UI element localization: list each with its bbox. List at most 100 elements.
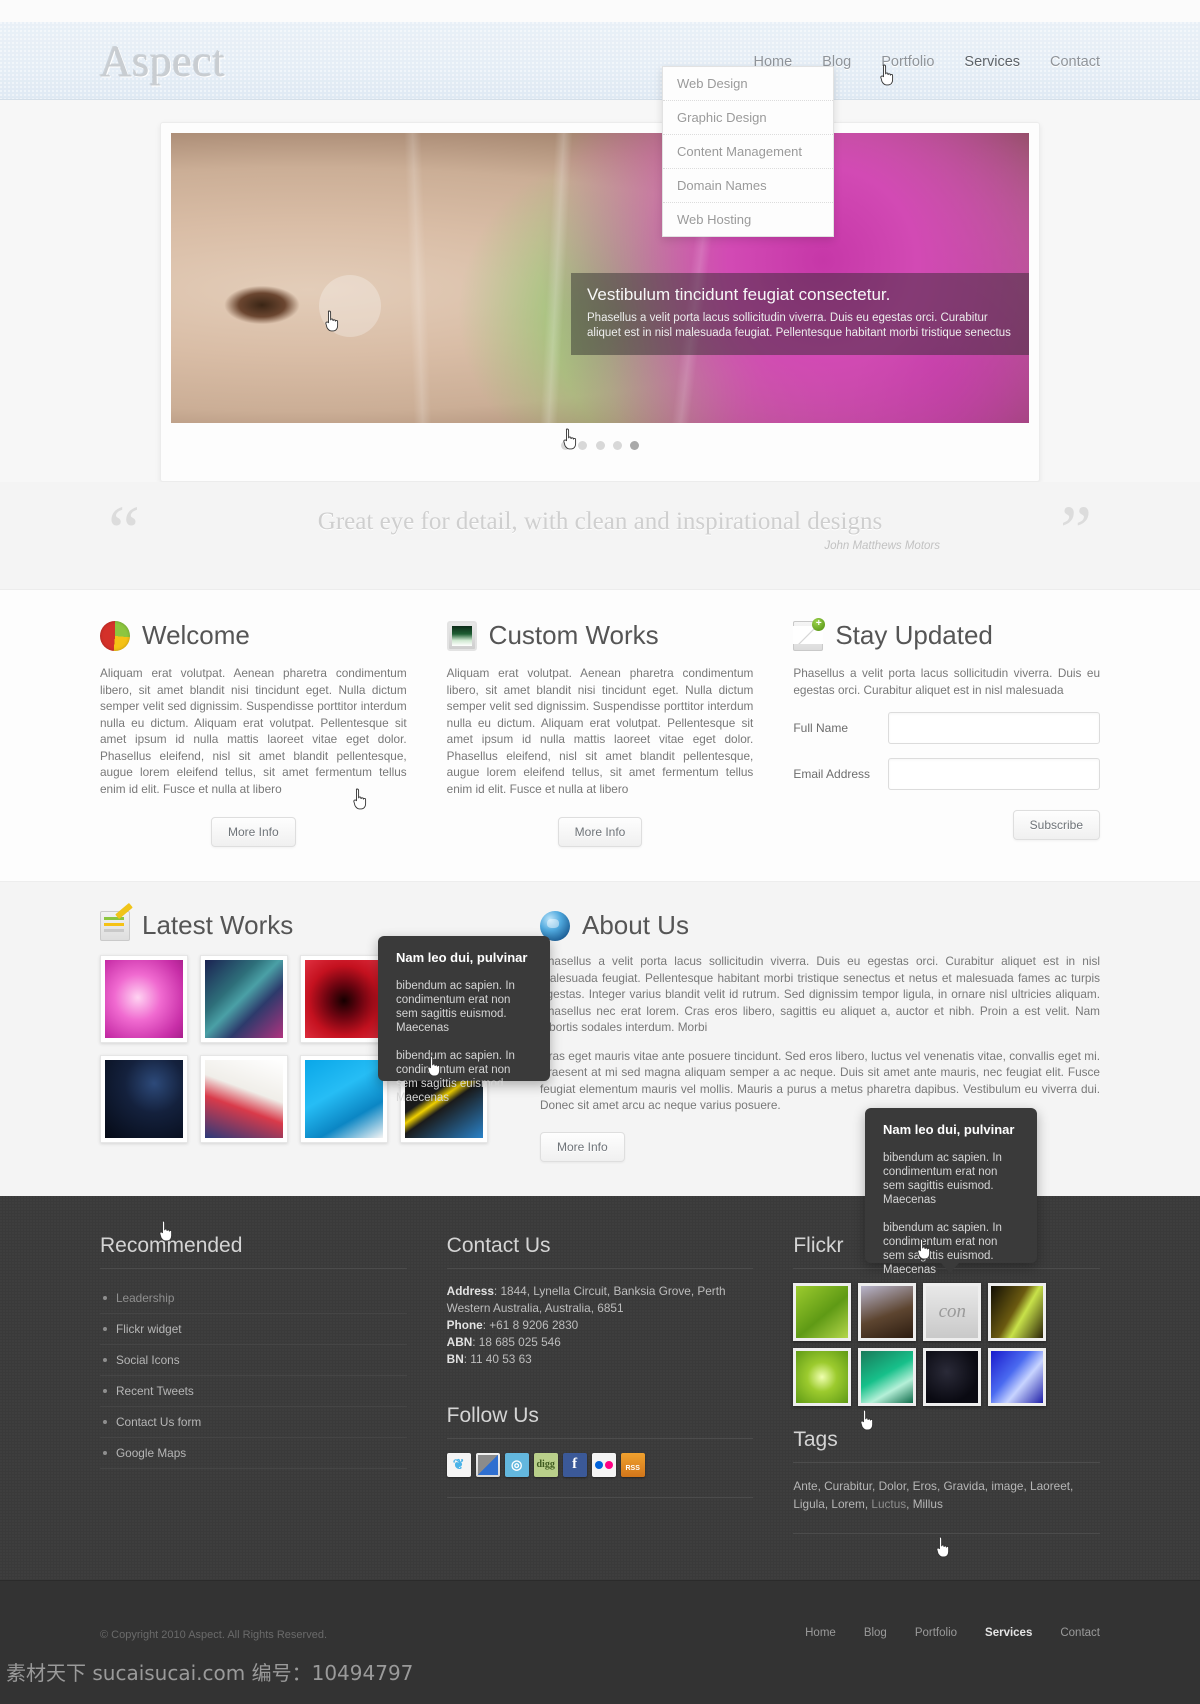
footer-bottom-bar: © Copyright 2010 Aspect. All Rights Rese… — [0, 1579, 1200, 1704]
slider-caption-text: Phasellus a velit porta lacus sollicitud… — [587, 312, 1011, 339]
follow-divider — [446, 1437, 754, 1439]
footer-nav-home[interactable]: Home — [805, 1627, 836, 1639]
recommended-list: Leadership Flickr widget Social Icons Re… — [100, 1283, 407, 1469]
tags-line-2-before[interactable]: Ligula, Lorem, — [793, 1497, 871, 1511]
rss-icon[interactable]: RSS — [620, 1452, 645, 1477]
tooltip-title-2: Nam leo dui, pulvinar — [883, 1122, 1015, 1137]
slider-dot-2[interactable] — [578, 441, 588, 450]
follow-us-title: Follow Us — [446, 1403, 539, 1427]
testimonial-author: John Matthews Motors — [824, 540, 940, 552]
flickr-icon[interactable] — [591, 1452, 616, 1477]
list-item[interactable]: Social Icons — [100, 1345, 407, 1376]
slider-caption: Vestibulum tincidunt feugiat consectetur… — [571, 273, 1029, 355]
nav-item-contact[interactable]: Contact — [1050, 54, 1100, 70]
slider-eye-detail — [219, 283, 305, 327]
about-us-more-info-button[interactable]: More Info — [540, 1131, 625, 1162]
work-thumb-tooltip: Nam leo dui, pulvinar bibendum ac sapien… — [378, 936, 550, 1104]
flickr-thumb-7[interactable] — [923, 1347, 982, 1406]
work-thumb-2[interactable] — [200, 955, 288, 1043]
newsletter-body: Phasellus a velit porta lacus sollicitud… — [793, 666, 1101, 697]
work-thumb-1[interactable] — [100, 955, 188, 1043]
slider-dot-1[interactable] — [560, 441, 570, 450]
site-logo[interactable]: Aspect — [100, 36, 225, 87]
slider-pagination — [171, 437, 1029, 455]
footer-nav-contact[interactable]: Contact — [1060, 1627, 1100, 1639]
tag-luctus[interactable]: Luctus — [871, 1497, 906, 1511]
dropdown-item-graphic-design[interactable]: Graphic Design — [663, 101, 833, 135]
address-label: Address — [446, 1283, 494, 1298]
welcome-more-info-button[interactable]: More Info — [210, 817, 296, 847]
footer-contact-column: Contact Us Address: 1844, Lynella Circui… — [446, 1234, 754, 1534]
delicious-icon[interactable] — [475, 1452, 500, 1477]
flickr-thumb-5[interactable] — [793, 1347, 852, 1406]
slider-image[interactable]: Vestibulum tincidunt feugiat consectetur… — [171, 133, 1029, 423]
stumbleupon-icon[interactable]: ◎ — [504, 1452, 529, 1477]
note-pencil-icon — [100, 902, 133, 941]
slider-prev-button[interactable] — [319, 275, 381, 337]
contact-divider — [446, 1267, 754, 1269]
list-item[interactable]: Recent Tweets — [100, 1376, 407, 1407]
flickr-thumb-1[interactable] — [793, 1282, 852, 1341]
flickr-thumb-2[interactable] — [858, 1282, 917, 1341]
facebook-icon[interactable]: f — [562, 1452, 587, 1477]
list-item[interactable]: Flickr widget — [100, 1314, 407, 1345]
subscribe-button[interactable]: Subscribe — [1012, 810, 1101, 840]
site-header: Aspect Home Blog Portfolio Services Cont… — [0, 22, 1200, 100]
tooltip-text-1b: bibendum ac sapien. In condimentum erat … — [396, 1050, 515, 1104]
email-address-input[interactable] — [888, 758, 1101, 790]
testimonial-text: Great eye for detail, with clean and ins… — [317, 508, 883, 535]
digg-icon[interactable]: digg — [533, 1452, 558, 1477]
social-icons-row: ❦ ◎ digg f RSS — [446, 1452, 754, 1477]
latest-works-title: Latest Works — [142, 910, 294, 940]
testimonial-section: “ ” Great eye for detail, with clean and… — [0, 482, 1200, 590]
about-us-title: About Us — [582, 910, 689, 940]
work-thumb-5[interactable] — [100, 1055, 188, 1143]
nav-item-services[interactable]: Services — [964, 54, 1020, 70]
footer-recommended-column: Recommended Leadership Flickr widget Soc… — [100, 1234, 407, 1534]
abn-label: ABN — [446, 1334, 473, 1349]
flickr-thumb-6[interactable] — [858, 1347, 917, 1406]
tags-cloud: Ante, Curabitur, Dolor, Eros, Gravida, i… — [793, 1477, 1100, 1513]
dropdown-item-domain-names[interactable]: Domain Names — [663, 169, 833, 203]
full-name-label: Full Name — [793, 721, 849, 735]
welcome-body: Aliquam erat volutpat. Aenean pharetra c… — [100, 666, 407, 796]
twitter-icon[interactable]: ❦ — [446, 1452, 471, 1477]
phone-label: Phone — [446, 1317, 483, 1332]
works-about-section: Latest Works About Us Phasellus a velit … — [0, 882, 1200, 1276]
tooltip-title-1: Nam leo dui, pulvinar — [396, 950, 528, 965]
work-thumb-7[interactable] — [300, 1055, 388, 1143]
custom-works-body: Aliquam erat volutpat. Aenean pharetra c… — [446, 666, 754, 796]
footer-nav-blog[interactable]: Blog — [864, 1627, 887, 1639]
slider-dot-4[interactable] — [612, 441, 622, 450]
flickr-thumb-tooltip: Nam leo dui, pulvinar bibendum ac sapien… — [865, 1108, 1037, 1276]
list-item[interactable]: Leadership — [100, 1283, 407, 1314]
footer-nav-portfolio[interactable]: Portfolio — [915, 1627, 957, 1639]
tags-divider — [793, 1461, 1101, 1463]
bn-value: 11 40 53 63 — [470, 1351, 532, 1366]
newsletter-column: + Stay Updated Phasellus a velit porta l… — [793, 617, 1101, 847]
flickr-thumb-4[interactable] — [988, 1282, 1047, 1341]
custom-works-column: Custom Works Aliquam erat volutpat. Aene… — [446, 620, 754, 847]
footer-nav-services[interactable]: Services — [985, 1627, 1032, 1639]
dropdown-item-web-design[interactable]: Web Design — [663, 67, 833, 101]
work-thumb-6[interactable] — [200, 1055, 288, 1143]
slider-dot-3[interactable] — [595, 441, 605, 450]
features-section: Welcome Aliquam erat volutpat. Aenean ph… — [0, 590, 1200, 882]
list-item[interactable]: Google Maps — [100, 1438, 407, 1469]
tags-line-1[interactable]: Ante, Curabitur, Dolor, Eros, Gravida, i… — [793, 1479, 1073, 1493]
about-us-paragraph-2: Cras eget mauris vitae ante posuere tinc… — [540, 1048, 1100, 1113]
tags-line-2-after[interactable]: , Millus — [906, 1497, 943, 1511]
dropdown-item-content-management[interactable]: Content Management — [663, 135, 833, 169]
custom-works-more-info-button[interactable]: More Info — [557, 817, 643, 847]
flickr-thumb-8[interactable] — [988, 1347, 1047, 1406]
list-item[interactable]: Contact Us form — [100, 1407, 407, 1438]
full-name-input[interactable] — [888, 712, 1101, 744]
dropdown-item-web-hosting[interactable]: Web Hosting — [663, 203, 833, 236]
tooltip-tail-icon — [941, 1263, 959, 1273]
slider-dot-5[interactable] — [630, 441, 640, 450]
work-thumb-3[interactable] — [300, 955, 388, 1043]
slider-frame: Vestibulum tincidunt feugiat consectetur… — [160, 122, 1040, 482]
nav-item-portfolio[interactable]: Portfolio — [881, 54, 934, 70]
flickr-thumb-3[interactable]: con — [923, 1282, 982, 1341]
copyright-text: © Copyright 2010 Aspect. All Rights Rese… — [100, 1628, 327, 1641]
